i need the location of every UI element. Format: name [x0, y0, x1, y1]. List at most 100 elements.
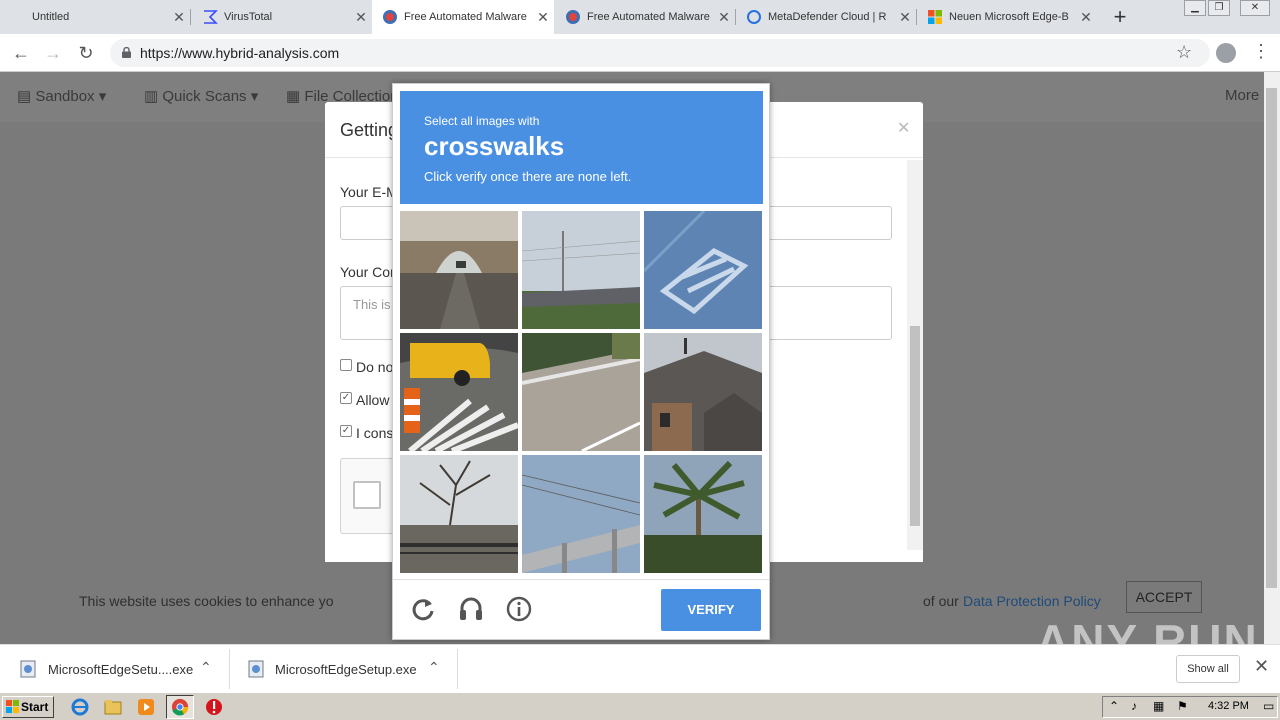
- chrome-taskbar-button[interactable]: [166, 695, 194, 719]
- media-player-icon[interactable]: [136, 697, 156, 717]
- network-icon[interactable]: ▦: [1153, 699, 1164, 713]
- comment-label: Your Cor: [340, 264, 395, 280]
- close-shelf-icon[interactable]: ✕: [1254, 656, 1269, 677]
- captcha-tile-9[interactable]: [644, 455, 762, 573]
- chevron-up-icon[interactable]: ⌃: [428, 659, 440, 676]
- chevron-up-icon[interactable]: ⌃: [200, 659, 212, 676]
- tab-microsoft-edge[interactable]: Neuen Microsoft Edge-B ✕: [917, 0, 1097, 34]
- captcha-tile-4[interactable]: [400, 333, 518, 451]
- checkbox-do-not[interactable]: [340, 359, 352, 371]
- reload-challenge-icon[interactable]: [410, 596, 436, 622]
- page-scrollbar[interactable]: [1264, 72, 1280, 644]
- tab-title: Untitled: [32, 11, 70, 23]
- close-tab-icon[interactable]: ✕: [532, 9, 554, 26]
- checkbox-label: Allow: [356, 392, 390, 408]
- data-protection-link[interactable]: Data Protection Policy: [963, 593, 1101, 609]
- bookmark-star-icon[interactable]: ☆: [1176, 42, 1192, 63]
- captcha-tile-7[interactable]: [400, 455, 518, 573]
- volume-icon[interactable]: ♪: [1131, 699, 1137, 713]
- tab-virustotal[interactable]: VirusTotal ✕: [192, 0, 372, 34]
- checkbox-label: Do no: [356, 359, 394, 375]
- recaptcha-checkbox[interactable]: [353, 481, 381, 509]
- windows-logo-icon: [6, 700, 19, 713]
- accept-cookies-button[interactable]: ACCEPT: [1126, 581, 1202, 613]
- challenge-target: crosswalks: [424, 131, 565, 161]
- info-icon[interactable]: [506, 596, 532, 622]
- tab-title: VirusTotal: [224, 11, 273, 23]
- file-explorer-icon[interactable]: [103, 697, 123, 717]
- checkbox-consent[interactable]: ✓: [340, 425, 352, 437]
- file-collection-icon: ▦: [286, 88, 305, 105]
- internet-explorer-icon[interactable]: [70, 697, 90, 717]
- captcha-tile-3[interactable]: [644, 211, 762, 329]
- security-alert-icon[interactable]: [204, 697, 224, 717]
- close-window-icon[interactable]: ✕: [1240, 0, 1270, 16]
- microsoft-icon: [927, 9, 943, 25]
- menu-dots-icon[interactable]: ⋮: [1252, 41, 1270, 62]
- reload-icon[interactable]: ↻: [73, 40, 99, 66]
- nav-more[interactable]: More: [1225, 87, 1259, 104]
- tab-untitled[interactable]: Untitled ✕: [0, 0, 190, 34]
- cookie-text-end: of our: [923, 593, 959, 609]
- url-text[interactable]: https://www.hybrid-analysis.com: [140, 45, 339, 61]
- restore-window-icon[interactable]: ❐: [1208, 0, 1230, 16]
- hybrid-analysis-icon: [565, 9, 581, 25]
- tab-title: Free Automated Malware: [404, 11, 527, 23]
- captcha-tile-6[interactable]: [644, 333, 762, 451]
- checkbox-label: I cons: [356, 425, 394, 441]
- installer-file-icon: [248, 660, 264, 678]
- downloads-shelf: MicrosoftEdgeSetu....exe ⌃ MicrosoftEdge…: [0, 644, 1280, 692]
- download-item[interactable]: MicrosoftEdgeSetup.exe ⌃: [230, 649, 458, 689]
- address-bar[interactable]: https://www.hybrid-analysis.com ☆: [110, 39, 1210, 67]
- close-tab-icon[interactable]: ✕: [350, 9, 372, 26]
- captcha-tile-2[interactable]: [522, 211, 640, 329]
- system-tray: ⌃ ♪ ▦ ⚑ ▭: [1102, 696, 1278, 718]
- close-tab-icon[interactable]: ✕: [713, 9, 735, 26]
- close-tab-icon[interactable]: ✕: [168, 9, 190, 26]
- browser-tab-strip: Untitled ✕ VirusTotal ✕ Free Automated M…: [0, 0, 1280, 34]
- nav-quick-scans[interactable]: ▥ Quick Scans ▾: [144, 87, 258, 105]
- tab-metadefender[interactable]: MetaDefender Cloud | R ✕: [736, 0, 916, 34]
- close-tab-icon[interactable]: ✕: [1075, 9, 1097, 26]
- show-all-downloads-button[interactable]: Show all: [1176, 655, 1240, 683]
- cookie-text: This website uses cookies to enhance yo: [79, 593, 334, 609]
- profile-avatar-icon[interactable]: [1216, 43, 1236, 63]
- page-scroll-thumb[interactable]: [1266, 88, 1277, 588]
- flag-icon[interactable]: ⚑: [1177, 699, 1188, 713]
- close-tab-icon[interactable]: ✕: [894, 9, 916, 26]
- installer-file-icon: [20, 660, 36, 678]
- windows-taskbar: Start ⌃ ♪ ▦ ⚑ ▭ 4:32 PM: [0, 692, 1280, 720]
- modal-close-icon[interactable]: ✕: [897, 118, 910, 138]
- tab-hybrid-analysis-active[interactable]: Free Automated Malware ✕: [372, 0, 554, 34]
- tab-hybrid-analysis[interactable]: Free Automated Malware ✕: [555, 0, 735, 34]
- challenge-instruction: Click verify once there are none left.: [424, 169, 632, 184]
- comment-placeholder: This is: [353, 297, 391, 312]
- sandbox-icon: ▤: [17, 88, 36, 105]
- tray-expand-icon[interactable]: ⌃: [1109, 699, 1119, 713]
- recaptcha-widget: [340, 458, 400, 534]
- tab-title: Neuen Microsoft Edge-B: [949, 11, 1069, 23]
- challenge-footer: VERIFY: [393, 579, 769, 639]
- checkbox-allow[interactable]: ✓: [340, 392, 352, 404]
- forward-arrow-icon[interactable]: →: [40, 40, 66, 66]
- hybrid-analysis-icon: [382, 9, 398, 25]
- taskbar-clock: 4:32 PM: [1208, 700, 1249, 712]
- modal-scrollbar[interactable]: [907, 160, 923, 550]
- audio-challenge-icon[interactable]: [458, 596, 484, 622]
- captcha-tile-8[interactable]: [522, 455, 640, 573]
- challenge-header: Select all images with crosswalks Click …: [400, 91, 763, 204]
- minimize-window-icon[interactable]: ▁: [1184, 0, 1206, 16]
- show-desktop-icon[interactable]: ▭: [1263, 699, 1274, 713]
- nav-sandbox[interactable]: ▤ Sandbox ▾: [17, 87, 106, 105]
- modal-scroll-thumb[interactable]: [910, 326, 920, 526]
- back-arrow-icon[interactable]: ←: [8, 40, 34, 66]
- start-button[interactable]: Start: [2, 696, 54, 718]
- captcha-tile-5[interactable]: [522, 333, 640, 451]
- email-label: Your E-M: [340, 184, 398, 200]
- browser-toolbar: ← → ↻ https://www.hybrid-analysis.com ☆ …: [0, 34, 1280, 72]
- captcha-tile-1[interactable]: [400, 211, 518, 329]
- new-tab-icon[interactable]: +: [1108, 4, 1132, 30]
- download-item[interactable]: MicrosoftEdgeSetu....exe ⌃: [0, 649, 230, 689]
- verify-button[interactable]: VERIFY: [661, 589, 761, 631]
- challenge-prompt: Select all images with: [424, 114, 540, 128]
